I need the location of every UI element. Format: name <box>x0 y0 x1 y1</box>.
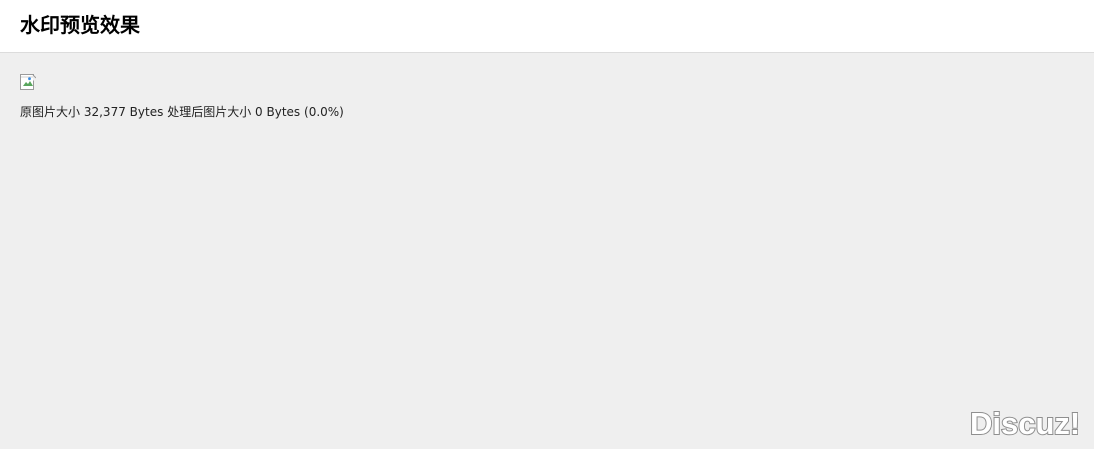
original-size-unit: Bytes <box>129 105 164 119</box>
discuz-logo-text: Discuz! <box>970 407 1078 441</box>
watermark-preview-page: 水印预览效果 原图片大小 32,377 Bytes 处理后图片大小 0 Byte… <box>0 0 1094 449</box>
processed-size-ratio: (0.0%) <box>304 105 344 119</box>
processed-size-label: 处理后图片大小 <box>167 105 252 119</box>
discuz-watermark-logo: Discuz! <box>970 407 1078 441</box>
preview-content: 原图片大小 32,377 Bytes 处理后图片大小 0 Bytes (0.0%… <box>20 74 1070 120</box>
image-size-summary: 原图片大小 32,377 Bytes 处理后图片大小 0 Bytes (0.0%… <box>20 104 1070 120</box>
original-size-label: 原图片大小 <box>20 105 81 119</box>
page-title: 水印预览效果 <box>20 13 140 37</box>
broken-image-icon <box>20 74 36 90</box>
processed-size-unit: Bytes <box>266 105 301 119</box>
original-size-value: 32,377 <box>83 105 126 119</box>
processed-size-value: 0 <box>255 105 263 119</box>
page-header: 水印预览效果 <box>0 0 1094 53</box>
